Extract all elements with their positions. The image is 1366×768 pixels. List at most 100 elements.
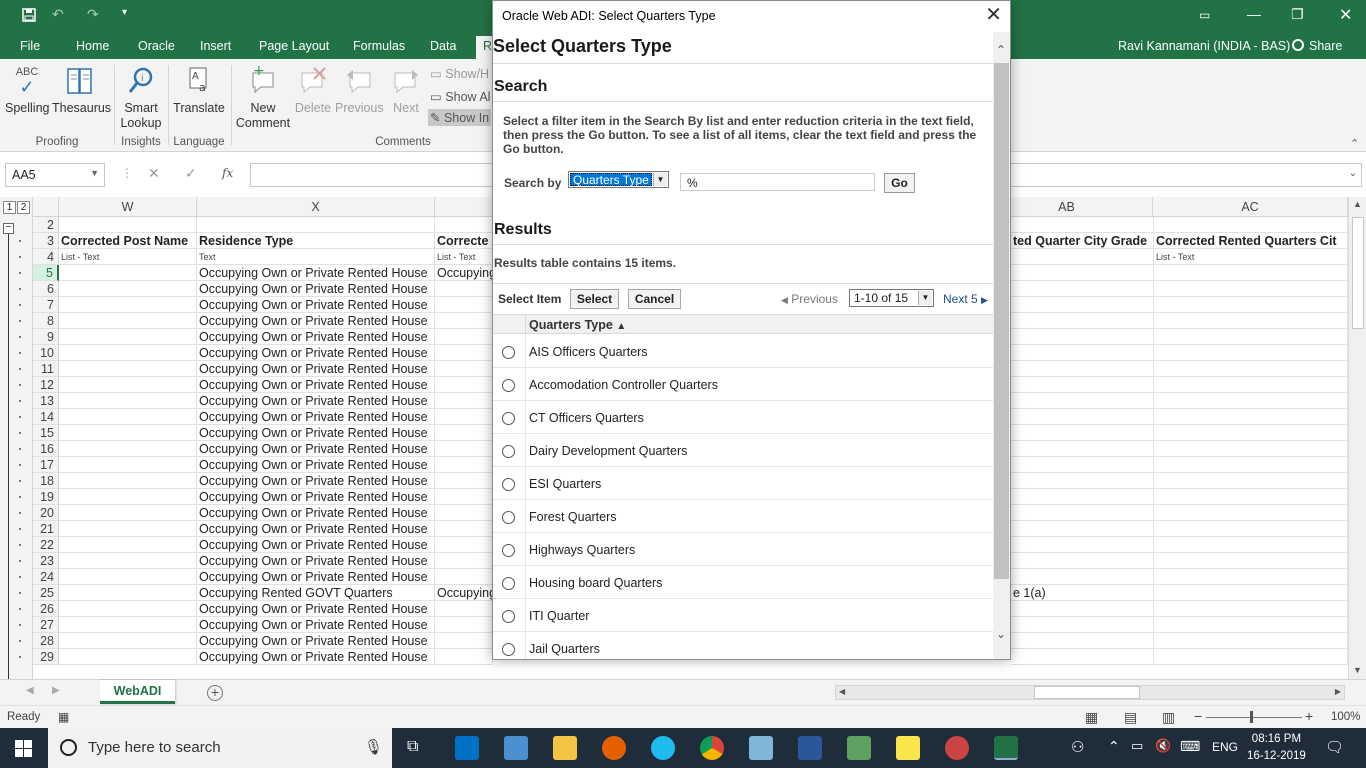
row-radio-button[interactable] [502,379,515,392]
cell-x[interactable]: Occupying Own or Private Rented House [197,633,435,649]
cell-ac[interactable] [1154,281,1348,297]
cell-x[interactable]: Occupying Own or Private Rented House [197,649,435,665]
translate-button[interactable]: Aa Translate [172,65,226,116]
row-header[interactable]: 5 [33,265,59,281]
cell-y[interactable] [435,553,493,569]
result-row[interactable]: ESI Quarters [493,467,993,500]
search-by-select[interactable]: Quarters Type ▼ [568,171,669,188]
cell-ac[interactable] [1154,457,1348,473]
cell-x[interactable]: Occupying Own or Private Rented House [197,393,435,409]
row-header[interactable]: 28 [33,633,59,649]
cell-x[interactable]: Occupying Own or Private Rented House [197,553,435,569]
cell-ac[interactable] [1154,553,1348,569]
cell-y[interactable] [435,537,493,553]
cell-x[interactable]: Occupying Own or Private Rented House [197,537,435,553]
user-name[interactable]: Ravi Kannamani (INDIA - BAS) [1118,39,1290,53]
cell-ab[interactable] [1011,345,1154,361]
close-icon[interactable]: ✕ [1339,5,1352,25]
sheet-tab-webadi[interactable]: WebADI [100,680,175,704]
cell-ab[interactable] [1011,313,1154,329]
cell-w[interactable] [59,361,197,377]
cell-w[interactable]: List - Text [59,249,197,265]
cell-y[interactable] [435,505,493,521]
cell-w[interactable] [59,633,197,649]
row-header[interactable]: 24 [33,569,59,585]
taskbar-clock[interactable]: 08:16 PM 16-12-2019 [1247,731,1306,765]
sticky-notes-icon[interactable] [896,736,920,760]
volume-muted-icon[interactable]: 🔇 [1155,738,1171,754]
cell-x[interactable]: Occupying Own or Private Rented House [197,601,435,617]
minimize-icon[interactable]: — [1247,6,1261,22]
redo-icon[interactable]: ↷ [87,6,99,23]
go-button[interactable]: Go [884,173,915,193]
insert-function-button[interactable]: fx [222,166,233,180]
scroll-down-icon[interactable]: ▼ [1353,665,1362,675]
cell-ac[interactable] [1154,329,1348,345]
page-break-view-icon[interactable]: ▥ [1162,709,1175,726]
cell-ac[interactable]: List - Text [1154,249,1348,265]
cell-ab[interactable] [1011,633,1154,649]
cell-y[interactable] [435,377,493,393]
maximize-icon[interactable]: ❐ [1291,6,1304,23]
cell-y[interactable] [435,601,493,617]
page-layout-view-icon[interactable]: ▤ [1124,709,1137,726]
row-header[interactable]: 21 [33,521,59,537]
cell-ab[interactable] [1011,489,1154,505]
cell-y[interactable]: Correcte [435,233,493,249]
cell-ac[interactable] [1154,425,1348,441]
cell-ac[interactable] [1154,361,1348,377]
cell-ab[interactable] [1011,617,1154,633]
row-radio-button[interactable] [502,511,515,524]
scroll-up-icon[interactable]: ⌃ [996,43,1006,57]
cell-w[interactable] [59,537,197,553]
cell-w[interactable] [59,345,197,361]
cell-x[interactable]: Occupying Own or Private Rented House [197,569,435,585]
range-select[interactable]: 1-10 of 15 ▼ [849,289,934,307]
result-row[interactable]: Jail Quarters [493,632,993,659]
cell-w[interactable] [59,393,197,409]
undo-icon[interactable]: ↶ [52,6,64,23]
result-row[interactable]: CT Officers Quarters [493,401,993,434]
result-row[interactable]: AIS Officers Quarters [493,335,993,368]
prev-sheet-icon[interactable]: ◀ [26,685,34,696]
cell-x[interactable]: Residence Type [197,233,435,249]
notifications-icon[interactable]: 🗨 [1325,738,1344,756]
cell-ab[interactable] [1011,329,1154,345]
cell-y[interactable] [435,473,493,489]
cell-w[interactable] [59,329,197,345]
scroll-up-icon[interactable]: ▲ [1353,199,1362,209]
select-all-corner[interactable] [33,197,59,217]
cancel-icon[interactable]: ✕ [148,165,160,182]
show-hidden-icons[interactable]: ⌃ [1108,738,1120,755]
cell-y[interactable]: Occupying [435,265,493,281]
tab-page-layout[interactable]: Page Layout [259,39,329,53]
cell-ac[interactable]: Corrected Rented Quarters Cit [1154,233,1348,249]
cell-ac[interactable] [1154,297,1348,313]
cell-ab[interactable] [1011,521,1154,537]
cell-x[interactable]: Occupying Own or Private Rented House [197,377,435,393]
cell-ab[interactable] [1011,473,1154,489]
vertical-scrollbar[interactable]: ▲ ▼ [1348,197,1366,679]
cell-ac[interactable] [1154,217,1348,233]
result-row[interactable]: Housing board Quarters [493,566,993,599]
ribbon-display-icon[interactable]: ▭ [1199,8,1210,22]
smart-lookup-button[interactable]: i Smart Lookup [118,65,164,131]
delete-comment-button[interactable]: Delete [293,65,333,116]
scroll-thumb[interactable] [1034,686,1140,699]
cell-w[interactable] [59,585,197,601]
column-header-ac[interactable]: AC [1153,197,1348,217]
normal-view-icon[interactable]: ▦ [1085,709,1098,726]
select-button[interactable]: Select [570,289,619,309]
cell-ab[interactable] [1011,505,1154,521]
result-row[interactable]: Highways Quarters [493,533,993,566]
row-radio-button[interactable] [502,346,515,359]
cell-y[interactable] [435,393,493,409]
macro-record-icon[interactable]: ▦ [58,710,69,724]
cell-x[interactable]: Occupying Own or Private Rented House [197,473,435,489]
file-explorer-icon[interactable] [553,736,577,760]
cell-y[interactable]: List - Text [435,249,493,265]
spelling-button[interactable]: ABC ✓ Spelling [5,65,49,116]
zoom-slider[interactable] [1206,717,1302,718]
cell-ac[interactable] [1154,473,1348,489]
cell-w[interactable] [59,409,197,425]
